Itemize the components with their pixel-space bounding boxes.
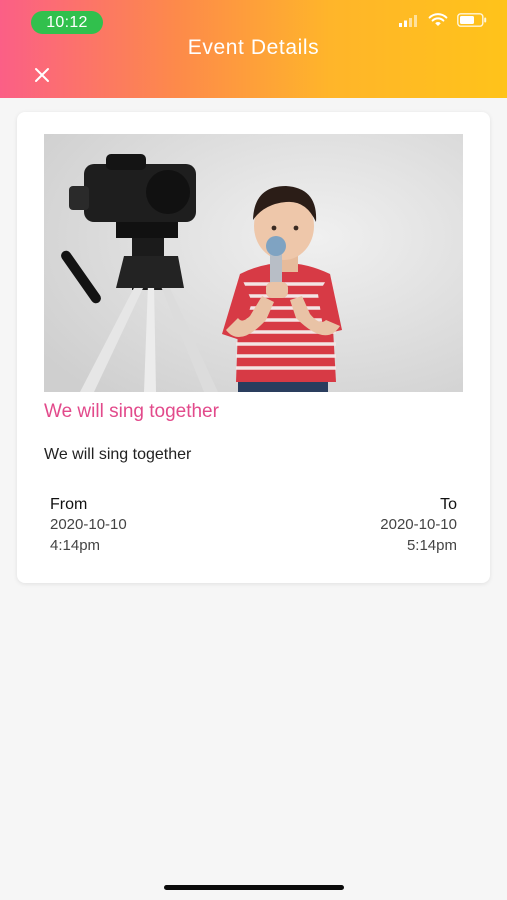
close-icon bbox=[35, 68, 49, 82]
status-icons bbox=[399, 13, 487, 32]
event-title: We will sing together bbox=[44, 401, 219, 422]
from-label: From bbox=[50, 496, 88, 513]
page-title: Event Details bbox=[187, 36, 320, 59]
battery-icon bbox=[457, 13, 487, 32]
event-description: We will sing together bbox=[44, 446, 192, 463]
from-time: 4:14pm bbox=[50, 537, 101, 554]
event-image bbox=[44, 134, 463, 392]
close-button[interactable] bbox=[31, 64, 53, 86]
wifi-icon bbox=[428, 13, 448, 32]
signal-icon bbox=[399, 14, 419, 32]
from-date: 2020-10-10 bbox=[50, 516, 127, 533]
to-date: 2020-10-10 bbox=[380, 516, 457, 533]
status-time: 10:12 bbox=[31, 11, 103, 34]
to-label: To bbox=[440, 496, 457, 513]
event-card: We will sing together We will sing toget… bbox=[17, 112, 490, 583]
home-indicator[interactable] bbox=[164, 885, 344, 890]
app-header: 10:12 Event Details bbox=[0, 0, 507, 98]
to-time: 5:14pm bbox=[406, 537, 457, 554]
